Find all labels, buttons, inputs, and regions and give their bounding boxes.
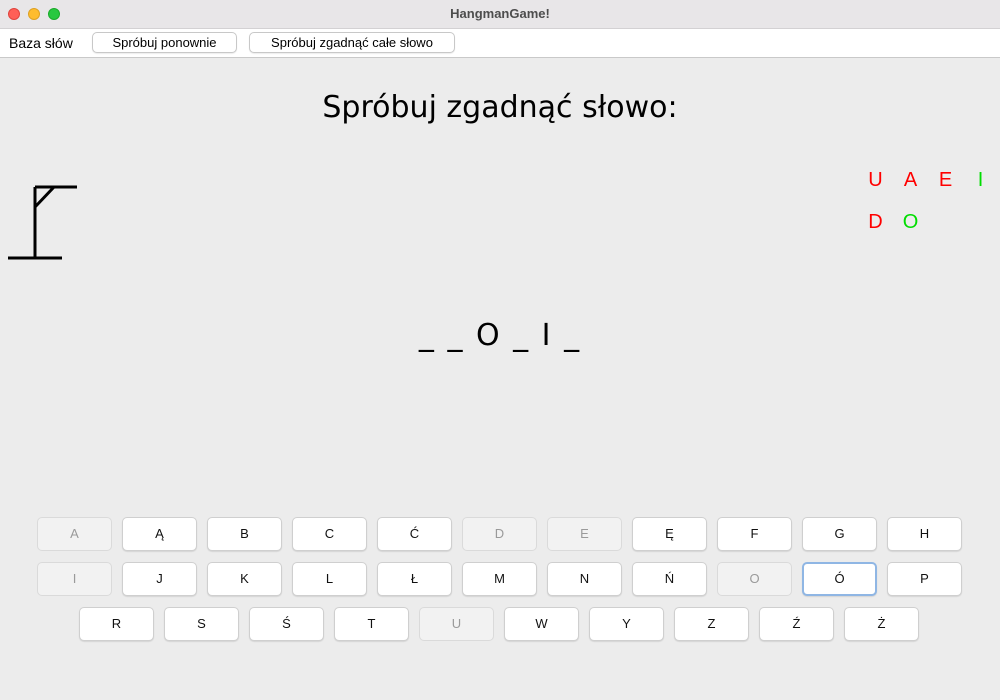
letter-key[interactable]: Z [674, 607, 749, 641]
letter-key[interactable]: L [292, 562, 367, 596]
letter-key[interactable]: T [334, 607, 409, 641]
letter-key[interactable]: Ą [122, 517, 197, 551]
letter-key: E [547, 517, 622, 551]
window-titlebar: HangmanGame! [0, 0, 1000, 29]
keyboard-row-2: IJKLŁMNŃOÓP [37, 562, 962, 596]
letter-key[interactable]: Y [589, 607, 664, 641]
letter-key[interactable]: K [207, 562, 282, 596]
used-letter: A [903, 169, 918, 191]
letter-key[interactable]: N [547, 562, 622, 596]
toolbar: Baza słów Spróbuj ponownie Spróbuj zgadn… [0, 29, 1000, 58]
used-letter: O [902, 211, 919, 233]
word-display: _ _ O _ I _ [418, 318, 582, 353]
window-title: HangmanGame! [450, 6, 550, 21]
used-letter: D [868, 211, 883, 233]
letter-key[interactable]: F [717, 517, 792, 551]
gallows-brace [33, 185, 56, 209]
letter-key[interactable]: S [164, 607, 239, 641]
guess-whole-word-button[interactable]: Spróbuj zgadnąć całe słowo [249, 32, 455, 53]
letter-key[interactable]: P [887, 562, 962, 596]
letter-key[interactable]: R [79, 607, 154, 641]
letter-key[interactable]: C [292, 517, 367, 551]
letter-key: O [717, 562, 792, 596]
letter-key: U [419, 607, 494, 641]
hangman-gallows [8, 185, 77, 260]
letter-key: D [462, 517, 537, 551]
used-letter: E [938, 169, 953, 191]
letter-key[interactable]: W [504, 607, 579, 641]
word-base-menu[interactable]: Baza słów [9, 35, 73, 51]
letter-key[interactable]: Ó [802, 562, 877, 596]
used-letter: I [977, 169, 984, 191]
letter-key[interactable]: Ę [632, 517, 707, 551]
letter-key[interactable]: H [887, 517, 962, 551]
letter-key[interactable]: Ś [249, 607, 324, 641]
letter-key[interactable]: Ż [844, 607, 919, 641]
retry-button[interactable]: Spróbuj ponownie [92, 32, 237, 53]
letter-key: I [37, 562, 112, 596]
letter-key[interactable]: Ł [377, 562, 452, 596]
letter-key[interactable]: B [207, 517, 282, 551]
letter-key[interactable]: M [462, 562, 537, 596]
letter-key[interactable]: G [802, 517, 877, 551]
used-letters-panel: UAE I DO [858, 168, 998, 234]
letter-key[interactable]: Ć [377, 517, 452, 551]
letter-key[interactable]: J [122, 562, 197, 596]
letter-key[interactable]: Ń [632, 562, 707, 596]
used-letter: U [868, 169, 883, 191]
letter-key[interactable]: Ź [759, 607, 834, 641]
page-title: Spróbuj zgadnąć słowo: [322, 90, 678, 125]
keyboard-row-3: RSŚTUWYZŹŻ [79, 607, 919, 641]
keyboard-row-1: AĄBCĆDEĘFGH [37, 517, 962, 551]
letter-key: A [37, 517, 112, 551]
